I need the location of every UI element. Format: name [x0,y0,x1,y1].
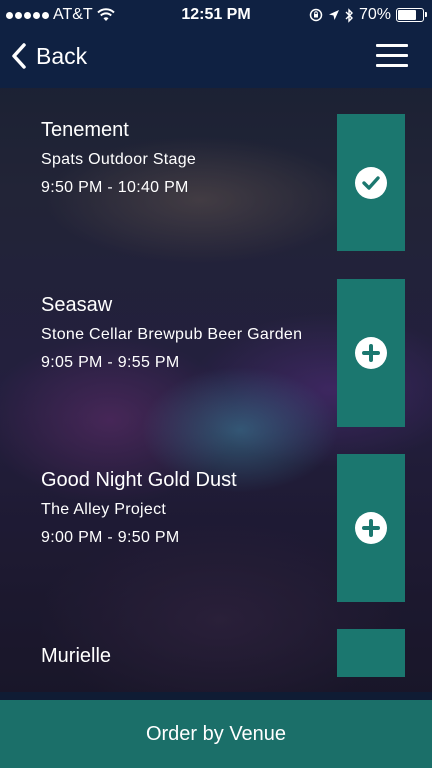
add-to-schedule-button[interactable] [337,629,405,677]
row-text: Good Night Gold Dust The Alley Project 9… [41,468,321,548]
status-bar: AT&T 12:51 PM 70% [0,0,432,30]
bluetooth-icon [345,7,353,23]
footer-divider [0,692,432,700]
artist-name: Tenement [41,119,129,141]
set-time: 9:05 PM - 9:55 PM [41,354,180,371]
order-by-venue-button[interactable]: Order by Venue [0,700,432,768]
add-to-schedule-button[interactable] [337,279,405,427]
chevron-left-icon [12,43,26,69]
plus-circle-icon [355,512,387,544]
venue-name: The Alley Project [41,501,167,518]
row-text: Tenement Spats Outdoor Stage 9:50 PM - 1… [41,118,321,198]
order-by-venue-label: Order by Venue [145,722,287,745]
back-button[interactable]: Back [10,42,87,70]
set-time: 9:50 PM - 10:40 PM [41,179,189,196]
schedule-row-tenement: Tenement Spats Outdoor Stage 9:50 PM - 1… [0,88,432,263]
plus-circle-icon [355,337,387,369]
orientation-lock-icon [309,8,323,22]
back-label: Back [36,42,88,69]
venue-name: Spats Outdoor Stage [41,151,197,168]
artist-name: Good Night Gold Dust [41,469,237,491]
row-text: Murielle [41,644,321,668]
schedule-row-good-night-gold-dust: Good Night Gold Dust The Alley Project 9… [0,438,432,613]
schedule-list: Tenement Spats Outdoor Stage 9:50 PM - 1… [0,88,432,692]
battery-fill [398,10,417,20]
add-to-schedule-button[interactable] [337,454,405,602]
added-to-schedule-button[interactable] [337,114,405,251]
row-text: Seasaw Stone Cellar Brewpub Beer Garden … [41,293,321,373]
status-icons: 70% [309,6,427,24]
schedule-row-murielle: Murielle [0,613,432,692]
schedule-row-seasaw: Seasaw Stone Cellar Brewpub Beer Garden … [0,263,432,438]
hamburger-menu-icon[interactable] [376,44,408,68]
location-arrow-icon [328,10,339,20]
venue-name: Stone Cellar Brewpub Beer Garden [41,326,303,343]
artist-name: Murielle [41,645,112,667]
check-circle-icon [355,166,387,199]
battery-percent: 70% [358,6,391,23]
battery-icon [396,8,427,22]
set-time: 9:00 PM - 9:50 PM [41,529,180,546]
artist-name: Seasaw [41,294,113,316]
nav-bar: Back [0,30,432,88]
